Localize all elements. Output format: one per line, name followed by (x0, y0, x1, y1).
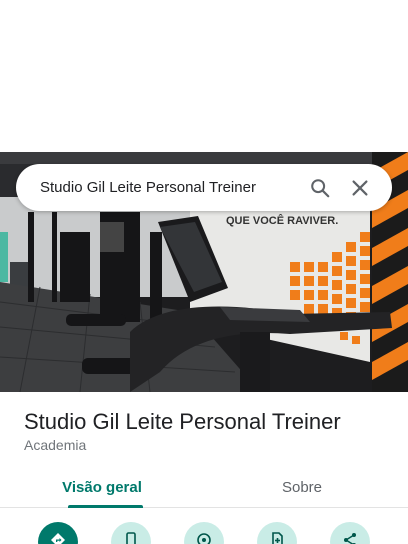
wall-text: QUE VOCÊ RAVIVER. (226, 214, 338, 227)
call-button[interactable] (111, 522, 151, 544)
tab-about[interactable]: Sobre (200, 466, 404, 508)
phone-icon (126, 532, 136, 544)
search-icon[interactable] (300, 168, 340, 208)
location-button[interactable] (184, 522, 224, 544)
location-icon (197, 533, 211, 544)
save-icon (272, 532, 283, 544)
search-bar[interactable]: Studio Gil Leite Personal Treiner (16, 164, 392, 211)
map-area (0, 0, 408, 152)
share-button[interactable] (330, 522, 370, 544)
action-bar (0, 520, 408, 544)
place-category[interactable]: Academia (24, 437, 86, 453)
share-icon (344, 533, 356, 544)
directions-icon (51, 533, 65, 544)
place-title: Studio Gil Leite Personal Treiner (24, 409, 341, 434)
save-button[interactable] (257, 522, 297, 544)
tab-bar: Visão geral Sobre (0, 466, 408, 508)
search-input[interactable]: Studio Gil Leite Personal Treiner (40, 179, 300, 196)
tab-overview[interactable]: Visão geral (0, 466, 204, 508)
directions-button[interactable] (38, 522, 78, 544)
active-tab-indicator (68, 505, 143, 508)
close-icon[interactable] (340, 168, 380, 208)
